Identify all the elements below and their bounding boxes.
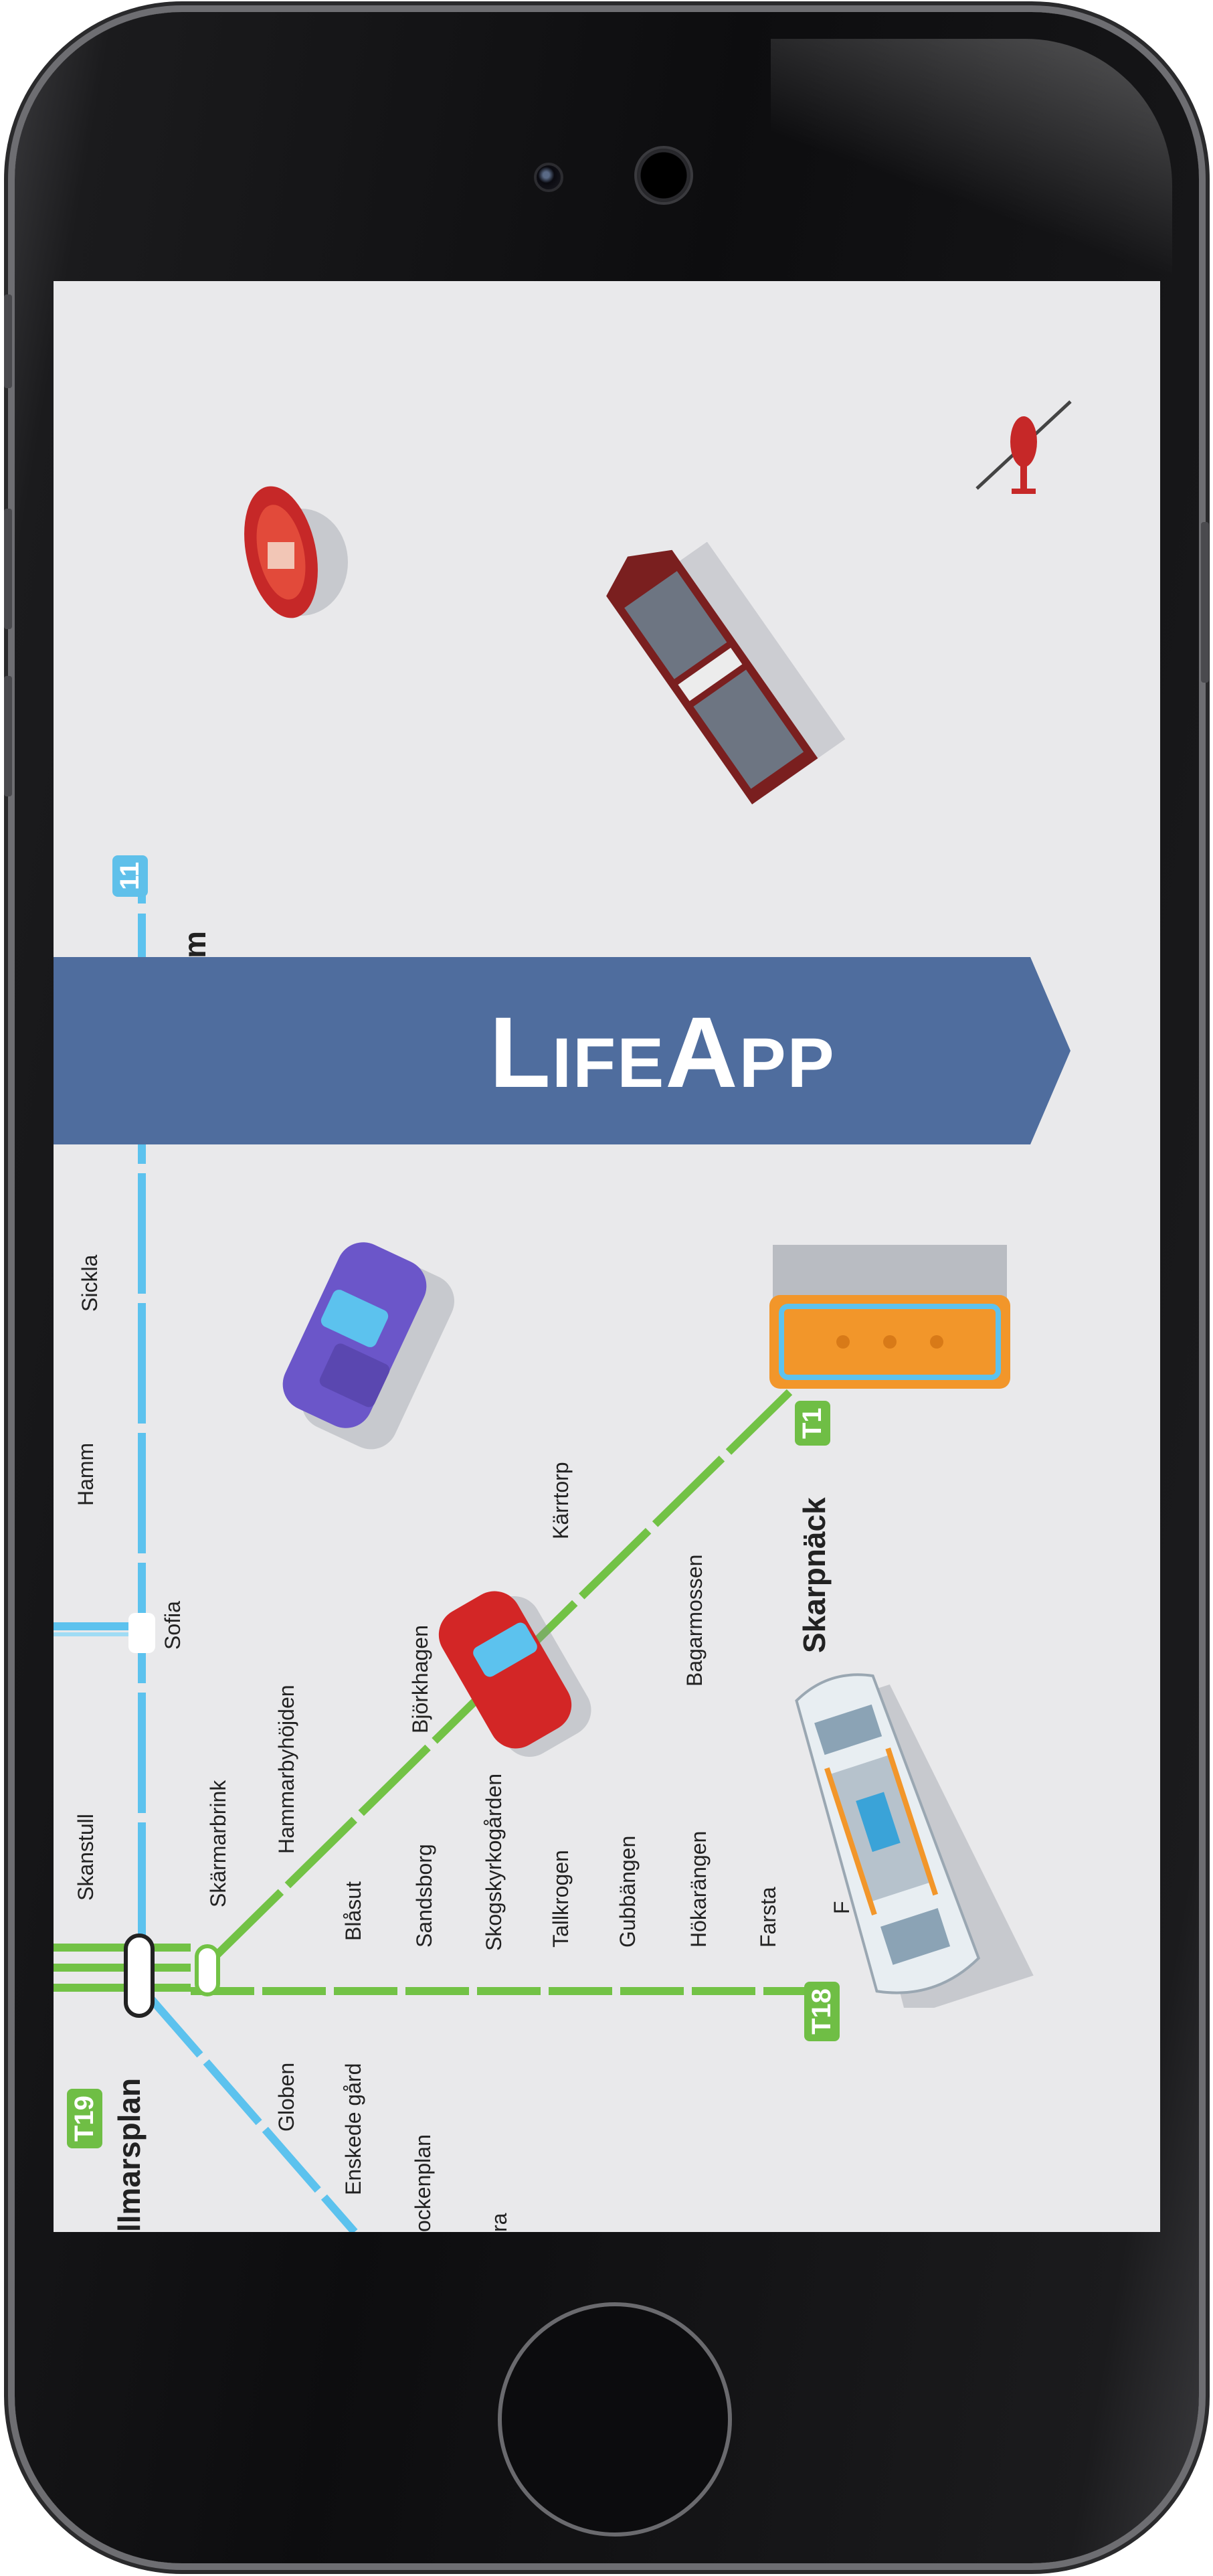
power-button[interactable] [1201, 522, 1209, 683]
station-label-globen: Globen [274, 2062, 298, 2132]
volume-up-button[interactable] [4, 509, 12, 629]
cargo-ship-icon[interactable] [575, 542, 856, 823]
red-car-icon[interactable] [428, 1573, 602, 1774]
bezel-shine [771, 39, 1172, 293]
blue-diagonal [144, 1992, 358, 2232]
station-gullmarsplan [124, 1934, 155, 2018]
home-button[interactable] [498, 2302, 732, 2537]
station-label-blasut: Blåsut [341, 1881, 365, 1941]
front-camera-icon [534, 163, 563, 192]
helicopter-icon[interactable] [970, 388, 1077, 502]
station-label-gubbangen: Gubbängen [616, 1835, 640, 1948]
orange-bus-icon[interactable] [769, 1245, 1024, 1392]
purple-car-icon[interactable] [268, 1225, 455, 1466]
station-label-skarpnack: Skarpnäck [797, 1497, 832, 1653]
station-label-hammarby: Hamm [74, 1442, 98, 1506]
station-label-sickla: Sickla [78, 1254, 102, 1312]
station-label-hokarangen: Hökarängen [686, 1830, 711, 1948]
station-label-bagarmossen: Bagarmossen [682, 1554, 707, 1687]
cruise-ship-icon[interactable] [763, 1660, 1050, 2008]
volume-down-button[interactable] [4, 676, 12, 796]
station-label-sockenplan: ockenplan [411, 2134, 435, 2232]
station-label-skarmarbrink: Skärmarbrink [206, 1780, 230, 1907]
line-badge-t19[interactable]: T19 [67, 2089, 102, 2148]
station-label-sofia: Sofia [161, 1601, 185, 1650]
station-label-hammarbyhojden: Hammarbyhöjden [274, 1685, 298, 1854]
app-screen: T19 T18 T1 11 llmarsplan Skanstull Globe… [54, 281, 1160, 2232]
station-label-karrtorp: Kärrtorp [549, 1462, 573, 1539]
app-title: LifeApp [489, 995, 836, 1108]
station-label-enskede: Enskede gård [341, 2063, 365, 2195]
volume-button[interactable] [4, 294, 12, 388]
station-label-skogskyrkogarden: Skogskyrkogården [482, 1773, 506, 1951]
station-sofia [128, 1613, 155, 1653]
line-badge-t11[interactable]: 11 [112, 855, 148, 897]
station-label-tallkrogen: Tallkrogen [549, 1850, 573, 1948]
station-label-ra: ra [487, 2213, 511, 2232]
station-skarmarbrink [195, 1944, 220, 1996]
station-label-gullmarsplan: llmarsplan [112, 2077, 147, 2232]
station-label-skanstull: Skanstull [74, 1814, 98, 1901]
earpiece-icon [634, 146, 693, 205]
station-label-sandsborg: Sandsborg [412, 1844, 436, 1948]
line-badge-t17[interactable]: T1 [795, 1401, 830, 1446]
lifeboat-icon[interactable] [214, 468, 361, 642]
